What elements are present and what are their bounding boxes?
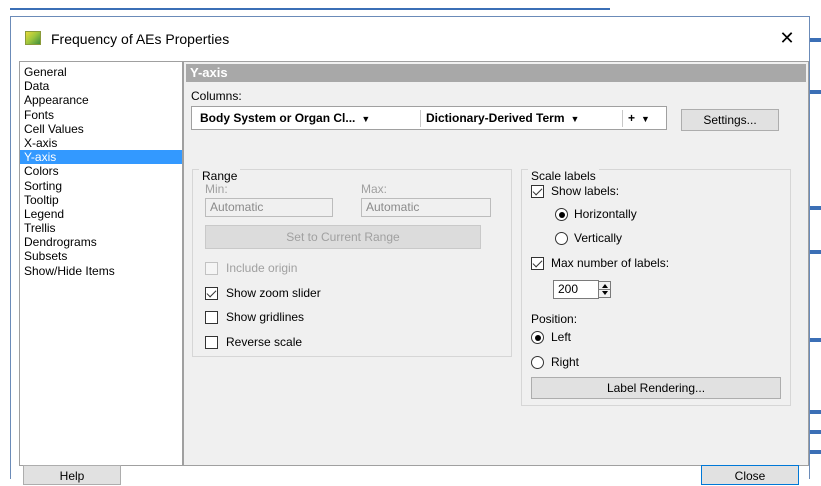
min-field[interactable]: Automatic: [205, 198, 333, 217]
background-window-border: [10, 8, 610, 10]
nav-item-x-axis[interactable]: X-axis: [20, 136, 182, 150]
scale-labels-group-title: Scale labels: [528, 169, 599, 183]
column-chip-label: Body System or Organ Cl...: [200, 111, 356, 125]
show-gridlines-checkbox[interactable]: [205, 311, 218, 324]
vertically-radio[interactable]: [555, 232, 568, 245]
app-icon: [25, 31, 41, 45]
range-group-title: Range: [199, 169, 241, 183]
nav-item-legend[interactable]: Legend: [20, 207, 182, 221]
close-button[interactable]: Close: [701, 465, 799, 485]
column-selector[interactable]: Body System or Organ Cl... ▼ Dictionary-D…: [191, 106, 667, 130]
right-radio[interactable]: [531, 356, 544, 369]
reverse-scale-checkbox[interactable]: [205, 336, 218, 349]
settings-button[interactable]: Settings...: [681, 109, 779, 131]
columns-label: Columns:: [191, 89, 242, 103]
range-group: Range Min: Max: Automatic Automatic Set …: [192, 169, 512, 357]
max-labels-checkbox[interactable]: [531, 257, 544, 270]
show-labels-checkbox[interactable]: [531, 185, 544, 198]
horizontally-label: Horizontally: [574, 207, 637, 221]
help-button[interactable]: Help: [23, 465, 121, 485]
settings-panel: Y-axis Columns: Body System or Organ Cl.…: [183, 61, 809, 466]
show-labels-label: Show labels:: [551, 184, 620, 198]
max-labels-stepper[interactable]: [598, 281, 611, 298]
category-list[interactable]: General Data Appearance Fonts Cell Value…: [19, 61, 183, 466]
include-origin-checkbox[interactable]: [205, 262, 218, 275]
nav-item-y-axis[interactable]: Y-axis: [20, 150, 182, 165]
set-current-range-button[interactable]: Set to Current Range: [205, 225, 481, 249]
panel-header: Y-axis: [186, 64, 806, 82]
nav-item-fonts[interactable]: Fonts: [20, 108, 182, 122]
min-label: Min:: [205, 182, 228, 196]
include-origin-label: Include origin: [226, 261, 298, 275]
chevron-down-icon[interactable]: ▼: [641, 114, 650, 124]
nav-item-show-hide-items[interactable]: Show/Hide Items: [20, 264, 182, 278]
chip-divider: [420, 110, 421, 127]
plus-icon: +: [628, 111, 636, 125]
show-zoom-slider-checkbox[interactable]: [205, 287, 218, 300]
max-field[interactable]: Automatic: [361, 198, 491, 217]
left-radio[interactable]: [531, 331, 544, 344]
nav-item-colors[interactable]: Colors: [20, 164, 182, 178]
show-gridlines-label: Show gridlines: [226, 310, 305, 324]
right-label: Right: [551, 355, 580, 369]
position-label: Position:: [531, 312, 578, 326]
stepper-divider: [599, 289, 610, 290]
max-labels-label: Max number of labels:: [551, 256, 670, 270]
nav-item-tooltip[interactable]: Tooltip: [20, 193, 182, 207]
properties-dialog: Frequency of AEs Properties ✕ General Da…: [10, 16, 810, 485]
background-window-edge: [0, 0, 821, 10]
show-zoom-slider-label: Show zoom slider: [226, 286, 321, 300]
title-bar[interactable]: Frequency of AEs Properties ✕: [11, 17, 809, 57]
chevron-down-icon[interactable]: ▼: [361, 114, 370, 124]
window-title: Frequency of AEs Properties: [51, 31, 230, 47]
chip-divider: [622, 110, 623, 127]
reverse-scale-label: Reverse scale: [226, 335, 303, 349]
column-chip-body-system[interactable]: Body System or Organ Cl... ▼: [200, 110, 370, 127]
horizontally-radio[interactable]: [555, 208, 568, 221]
column-chip-label: Dictionary-Derived Term: [426, 111, 565, 125]
nav-item-trellis[interactable]: Trellis: [20, 221, 182, 235]
nav-item-dendrograms[interactable]: Dendrograms: [20, 235, 182, 249]
max-label: Max:: [361, 182, 388, 196]
nav-item-general[interactable]: General: [20, 65, 182, 79]
arrow-up-icon[interactable]: [602, 284, 608, 288]
scale-labels-group: Scale labels Show labels: Horizontally V…: [521, 169, 791, 406]
nav-item-cell-values[interactable]: Cell Values: [20, 122, 182, 136]
close-window-button[interactable]: ✕: [773, 25, 801, 51]
column-chip-dictionary-term[interactable]: Dictionary-Derived Term ▼: [426, 110, 579, 127]
label-rendering-button[interactable]: Label Rendering...: [531, 377, 781, 399]
chevron-down-icon[interactable]: ▼: [571, 114, 580, 124]
max-labels-input[interactable]: 200: [553, 280, 599, 299]
nav-item-data[interactable]: Data: [20, 79, 182, 93]
vertically-label: Vertically: [574, 231, 623, 245]
left-label: Left: [551, 330, 572, 344]
nav-item-sorting[interactable]: Sorting: [20, 179, 182, 193]
arrow-down-icon[interactable]: [602, 291, 608, 295]
nav-item-appearance[interactable]: Appearance: [20, 93, 182, 107]
nav-item-subsets[interactable]: Subsets: [20, 249, 182, 263]
add-column-chip[interactable]: + ▼: [628, 110, 650, 127]
